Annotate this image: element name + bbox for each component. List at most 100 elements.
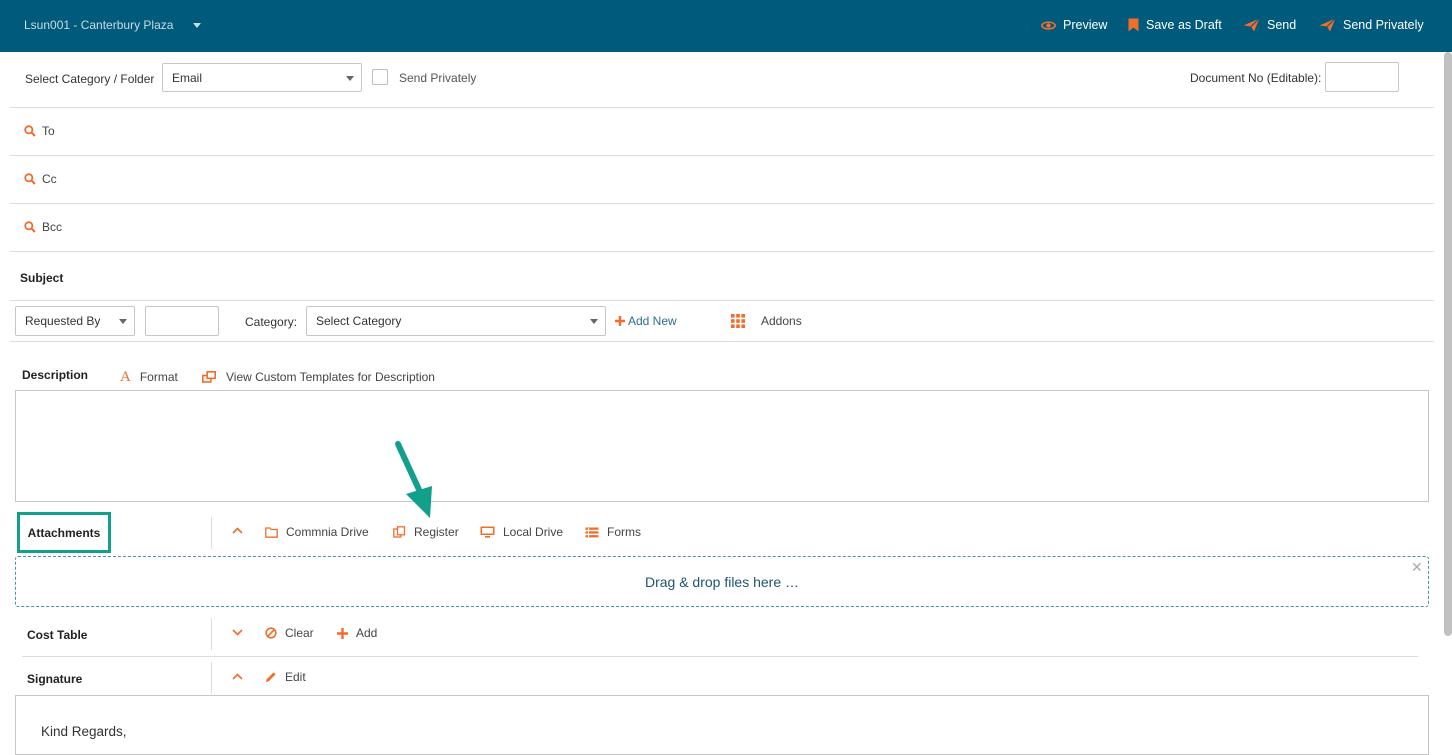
description-textarea[interactable] — [15, 390, 1429, 502]
divider — [10, 203, 1434, 204]
font-format-icon: A — [120, 369, 131, 385]
subject-field[interactable]: Subject — [20, 271, 63, 285]
bcc-label: Bcc — [42, 220, 63, 234]
paper-plane-icon — [1243, 18, 1260, 32]
forms-button[interactable]: Forms — [585, 525, 641, 539]
eye-icon — [1041, 20, 1056, 30]
arrow-annotation-icon — [395, 441, 432, 518]
to-field[interactable]: To — [24, 124, 55, 138]
document-no-label: Document No (Editable): — [1190, 71, 1322, 85]
requested-by-input[interactable] — [145, 306, 219, 336]
save-draft-button[interactable]: Save as Draft — [1128, 18, 1222, 32]
format-label: Format — [139, 370, 178, 384]
view-templates-label: View Custom Templates for Description — [226, 370, 435, 384]
pencil-icon — [266, 672, 276, 682]
divider — [211, 618, 212, 650]
signature-text: Kind Regards, — [41, 724, 127, 739]
forms-icon — [585, 527, 599, 537]
chevron-up-icon[interactable] — [232, 527, 243, 534]
category-folder-label: Select Category / Folder — [25, 72, 155, 86]
grid-icon — [731, 314, 745, 328]
forms-label: Forms — [607, 525, 641, 539]
bcc-field[interactable]: Bcc — [24, 220, 62, 234]
category-select-value: Select Category — [316, 314, 402, 328]
bookmark-icon — [1128, 18, 1139, 32]
local-drive-label: Local Drive — [503, 525, 564, 539]
chevron-down-icon[interactable] — [232, 629, 243, 636]
chevron-down-icon — [119, 319, 127, 324]
cc-label: Cc — [42, 172, 57, 186]
plus-icon — [337, 627, 348, 639]
signature-editor[interactable]: Kind Regards, — [15, 695, 1429, 755]
divider — [22, 656, 1418, 657]
search-icon — [24, 125, 36, 137]
plus-icon — [615, 316, 625, 326]
divider — [211, 662, 212, 694]
divider — [211, 517, 212, 549]
divider — [10, 300, 1434, 301]
attachments-label-text: Attachments — [27, 525, 101, 540]
add-cost-label: Add — [356, 626, 378, 640]
clear-label: Clear — [285, 626, 314, 640]
category-folder-select[interactable]: Email — [162, 63, 362, 92]
divider — [10, 341, 1434, 342]
category-folder-value: Email — [172, 70, 203, 85]
close-icon[interactable]: ✕ — [1411, 559, 1423, 576]
cc-field[interactable]: Cc — [24, 172, 57, 186]
add-new-button[interactable]: Add New — [615, 314, 677, 328]
project-selector[interactable]: Lsun001 - Canterbury Plaza — [24, 18, 173, 32]
category-label: Category: — [245, 315, 298, 329]
register-label: Register — [414, 525, 459, 539]
scrollbar[interactable] — [1444, 52, 1452, 636]
clear-button[interactable]: Clear — [265, 626, 314, 640]
divider — [10, 251, 1434, 252]
addons-label: Addons — [761, 314, 802, 328]
to-label: To — [42, 124, 55, 138]
commnia-drive-button[interactable]: Commnia Drive — [265, 525, 369, 539]
send-privately-checkbox[interactable] — [372, 69, 388, 85]
preview-button[interactable]: Preview — [1041, 18, 1107, 32]
signature-label: Signature — [27, 672, 83, 686]
search-icon — [24, 173, 36, 185]
chevron-down-icon[interactable] — [193, 23, 201, 28]
format-button[interactable]: A Format — [120, 369, 178, 385]
search-icon — [24, 221, 36, 233]
send-label: Send — [1267, 18, 1297, 32]
paper-plane-icon — [1319, 18, 1336, 32]
description-label: Description — [22, 368, 89, 382]
chevron-down-icon — [590, 319, 598, 324]
edit-signature-label: Edit — [285, 670, 306, 684]
cost-table-label: Cost Table — [27, 628, 88, 642]
top-bar: Lsun001 - Canterbury Plaza Preview Save … — [0, 0, 1452, 52]
templates-icon — [202, 371, 216, 383]
send-privately-label: Send Privately — [1343, 18, 1424, 32]
ban-icon — [265, 627, 277, 639]
attachments-label: Attachments — [17, 512, 111, 553]
requested-by-value: Requested By — [25, 314, 101, 328]
document-no-input[interactable] — [1325, 62, 1399, 92]
requested-by-select[interactable]: Requested By — [15, 306, 135, 336]
send-privately-checkbox-label: Send Privately — [399, 71, 477, 85]
edit-signature-button[interactable]: Edit — [265, 670, 306, 684]
view-templates-button[interactable]: View Custom Templates for Description — [202, 370, 435, 384]
category-select[interactable]: Select Category — [306, 306, 606, 336]
add-new-label: Add New — [628, 314, 677, 328]
file-dropzone[interactable]: Drag & drop files here … — [15, 556, 1429, 607]
monitor-icon — [480, 526, 495, 538]
dropzone-text: Drag & drop files here … — [644, 573, 800, 590]
preview-label: Preview — [1063, 18, 1108, 32]
local-drive-button[interactable]: Local Drive — [480, 525, 563, 539]
register-icon — [393, 526, 406, 538]
commnia-drive-label: Commnia Drive — [286, 525, 369, 539]
chevron-up-icon[interactable] — [232, 673, 243, 680]
add-cost-button[interactable]: Add — [337, 626, 377, 640]
chevron-down-icon — [346, 75, 354, 81]
send-privately-button[interactable]: Send Privately — [1319, 18, 1424, 32]
addons-button[interactable]: Addons — [731, 314, 802, 328]
send-button[interactable]: Send — [1243, 18, 1296, 32]
divider — [10, 155, 1434, 156]
save-draft-label: Save as Draft — [1146, 18, 1222, 32]
register-button[interactable]: Register — [393, 525, 459, 539]
folder-icon — [265, 526, 278, 538]
divider — [10, 107, 1434, 108]
